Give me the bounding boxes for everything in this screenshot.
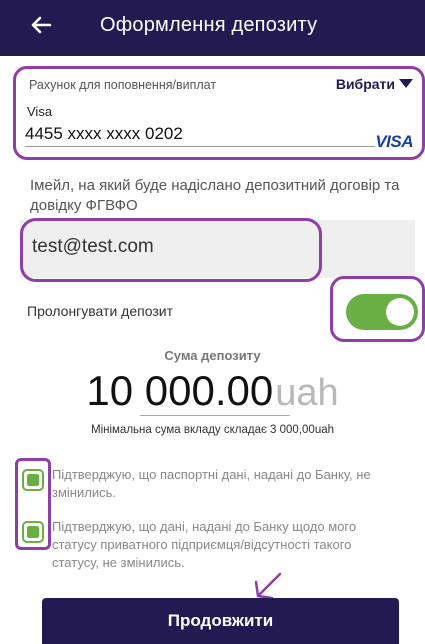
deposit-sum-label: Сума депозиту — [164, 348, 261, 363]
consent-text-status: Підтверджую, що дані, надані до Банку що… — [52, 519, 357, 570]
deposit-amount-input[interactable]: 10 000.00uah — [0, 367, 425, 415]
email-label: Імейл, на який буде надіслано депозитний… — [30, 177, 400, 214]
checkbox-check-icon — [27, 526, 39, 538]
page-title: Оформлення депозиту — [100, 14, 318, 36]
checkbox-check-icon — [27, 474, 39, 486]
account-selector[interactable]: Рахунок для поповнення/виплат Вибрати Vi… — [17, 70, 423, 158]
app-header: Оформлення депозиту — [0, 0, 425, 56]
prolong-label: Пролонгувати депозит — [27, 303, 173, 319]
continue-button[interactable]: Продовжити — [42, 598, 399, 644]
account-label: Рахунок для поповнення/виплат — [29, 78, 217, 92]
back-arrow-icon[interactable] — [26, 10, 56, 40]
deposit-amount: 10 000.00 — [86, 367, 274, 414]
toggle-knob — [386, 298, 414, 326]
card-type: Visa — [27, 104, 53, 119]
choose-label: Вибрати — [335, 76, 395, 92]
card-number-field[interactable]: 4455 xxxx xxxx 0202 — [25, 124, 375, 147]
consent-text-passport: Підтверджую, що паспортні дані, надані д… — [52, 467, 371, 500]
caret-down-icon — [399, 79, 413, 88]
consent-checkbox-status[interactable] — [22, 521, 44, 543]
choose-account-button[interactable]: Вибрати — [336, 76, 413, 92]
email-value: test@test.com — [32, 236, 154, 257]
consent-checkbox-passport[interactable] — [22, 469, 44, 491]
prolong-toggle[interactable] — [346, 294, 418, 330]
amount-underline — [140, 415, 290, 416]
email-input[interactable]: test@test.com — [20, 220, 415, 278]
deposit-currency: uah — [275, 372, 339, 414]
minimum-sum-note: Мінімальна сума вкладу складає 3 000,00u… — [90, 424, 335, 436]
visa-logo: VISA — [375, 132, 413, 151]
